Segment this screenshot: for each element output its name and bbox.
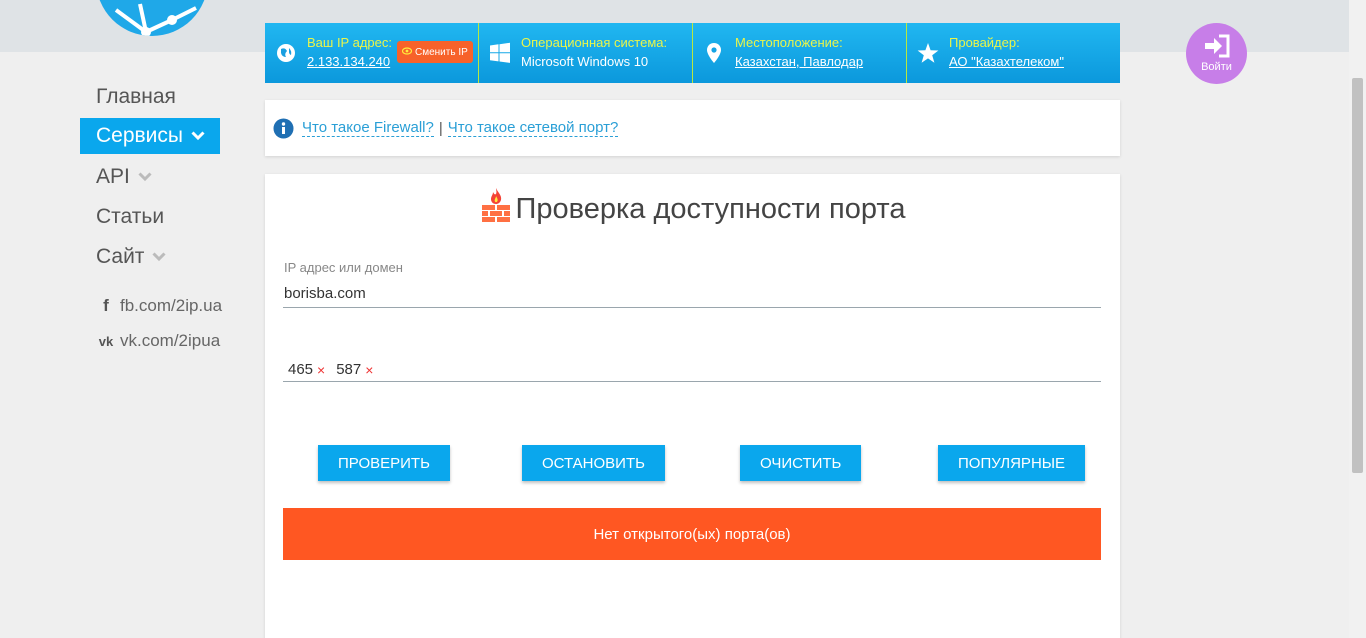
sidebar-item-label: Статьи: [96, 205, 165, 228]
globe-icon: [273, 43, 299, 63]
sidebar-item-home[interactable]: Главная: [80, 78, 230, 116]
info-os: Операционная система: Microsoft Windows …: [479, 23, 693, 83]
firewall-help-link[interactable]: Что такое Firewall?: [302, 119, 434, 137]
facebook-icon: f: [103, 296, 109, 315]
port-tag: 465 ×: [288, 361, 325, 378]
chevron-down-icon: [152, 252, 166, 262]
info-ip-label: Ваш IP адрес:: [307, 35, 392, 50]
sidebar-item-services[interactable]: Сервисы: [80, 118, 220, 154]
login-button[interactable]: Войти: [1186, 23, 1247, 84]
stop-button[interactable]: ОСТАНОВИТЬ: [522, 445, 665, 481]
sidebar-item-label: Главная: [96, 85, 176, 108]
network-port-help-link[interactable]: Что такое сетевой порт?: [447, 119, 619, 137]
change-ip-button[interactable]: Сменить IP: [397, 41, 473, 63]
sidebar-item-label: Сервисы: [96, 124, 184, 147]
social-link-vk[interactable]: vk vk.com/2ipua: [96, 331, 276, 351]
info-ip: Ваш IP адрес: 2.133.134.240 Сменить IP: [265, 23, 479, 83]
sidebar-item-label: API: [96, 165, 130, 188]
page-title-row: Проверка доступности порта: [265, 188, 1120, 230]
info-provider-label: Провайдер:: [949, 35, 1020, 50]
info-location-label: Местоположение:: [735, 35, 843, 50]
popular-ports-button[interactable]: ПОПУЛЯРНЫЕ: [938, 445, 1086, 481]
chevron-down-icon: [191, 131, 205, 141]
visitor-info-bar: Ваш IP адрес: 2.133.134.240 Сменить IP О…: [265, 23, 1120, 83]
info-provider-value[interactable]: АО "Казахтелеком": [949, 52, 1064, 72]
info-os-label: Операционная система:: [521, 35, 668, 50]
page-title: Проверка доступности порта: [515, 192, 906, 225]
star-icon: [915, 42, 941, 64]
sidebar-item-articles[interactable]: Статьи: [80, 198, 230, 236]
eye-icon: [401, 46, 413, 58]
windows-icon: [487, 42, 513, 64]
remove-port-icon[interactable]: ×: [365, 362, 373, 378]
sidebar-item-label: Сайт: [96, 245, 145, 268]
help-panel: Что такое Firewall? | Что такое сетевой …: [265, 100, 1120, 156]
sidebar-item-site[interactable]: Сайт: [80, 238, 230, 276]
login-label: Войти: [1201, 61, 1232, 73]
map-pin-icon: [701, 43, 727, 63]
port-check-card: Проверка доступности порта IP адрес или …: [265, 174, 1120, 638]
info-location: Местоположение: Казахстан, Павлодар: [693, 23, 907, 83]
social-link-label: vk.com/2ipua: [120, 331, 221, 350]
scrollbar-thumb[interactable]: [1352, 78, 1363, 473]
firewall-icon: [480, 188, 512, 230]
info-os-value: Microsoft Windows 10: [521, 54, 649, 69]
ip-field-label: IP адрес или домен: [284, 260, 403, 275]
port-tag-value: 587: [336, 361, 362, 378]
port-tag: 587 ×: [336, 361, 373, 378]
info-provider: Провайдер: АО "Казахтелеком": [907, 23, 1120, 83]
help-separator: |: [438, 119, 443, 137]
vk-icon: vk: [98, 333, 114, 349]
check-button[interactable]: ПРОВЕРИТЬ: [318, 445, 450, 481]
ip-domain-input[interactable]: [283, 280, 1101, 308]
sidebar-nav: Главная Сервисы API Статьи Сайт: [80, 78, 230, 278]
social-link-facebook[interactable]: f fb.com/2ip.ua: [96, 296, 276, 316]
info-ip-value[interactable]: 2.133.134.240: [307, 52, 392, 72]
chevron-down-icon: [138, 172, 152, 182]
social-link-label: fb.com/2ip.ua: [120, 296, 223, 315]
info-location-value[interactable]: Казахстан, Павлодар: [735, 52, 863, 72]
result-banner: Нет открытого(ых) порта(ов): [283, 508, 1101, 560]
clear-button[interactable]: ОЧИСТИТЬ: [740, 445, 862, 481]
sign-in-icon: [1203, 34, 1231, 61]
info-icon: [273, 118, 294, 139]
port-tag-value: 465: [288, 361, 314, 378]
scrollbar[interactable]: [1349, 0, 1366, 638]
remove-port-icon[interactable]: ×: [317, 362, 325, 378]
change-ip-label: Сменить IP: [415, 46, 468, 58]
ports-input[interactable]: 465 × 587 ×: [283, 358, 1101, 382]
sidebar-item-api[interactable]: API: [80, 158, 230, 196]
